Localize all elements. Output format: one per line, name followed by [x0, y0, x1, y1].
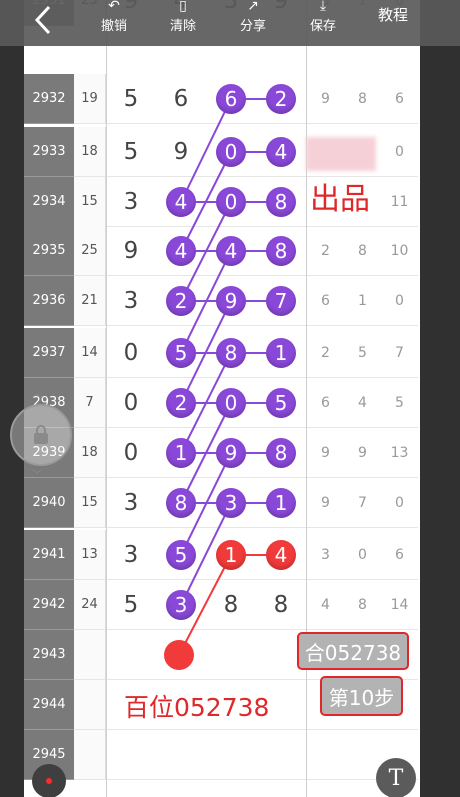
highlighted-digit-ball[interactable]: 2 — [166, 286, 196, 316]
highlighted-digit-ball[interactable]: 4 — [266, 137, 296, 167]
highlighted-digit-ball[interactable]: 4 — [166, 187, 196, 217]
blurred-watermark — [306, 137, 376, 171]
highlighted-digit-ball[interactable]: 4 — [166, 236, 196, 266]
step-box: 第10步 — [320, 676, 403, 716]
highlighted-digit-ball[interactable]: 6 — [216, 84, 246, 114]
highlighted-digit-ball[interactable]: 1 — [266, 338, 296, 368]
highlighted-digit-ball[interactable]: 5 — [266, 388, 296, 418]
trash-icon: ▯ — [179, 0, 187, 14]
text-tool-button[interactable]: T — [376, 758, 416, 797]
highlighted-digit-ball[interactable]: 9 — [216, 438, 246, 468]
highlighted-digit-ball[interactable]: 8 — [266, 438, 296, 468]
record-button[interactable] — [32, 764, 66, 797]
undo-icon: ↶ — [108, 0, 120, 14]
highlighted-digit-ball[interactable]: 8 — [166, 488, 196, 518]
red-prediction-ball — [164, 640, 194, 670]
undo-label: 撤销 — [100, 19, 127, 34]
chevron-left-icon — [34, 5, 51, 35]
highlighted-digit-ball[interactable]: 5 — [166, 540, 196, 570]
highlighted-digit-ball[interactable]: 4 — [216, 236, 246, 266]
highlighted-digit-ball[interactable]: 1 — [166, 438, 196, 468]
highlighted-digit-ball[interactable]: 2 — [266, 84, 296, 114]
lock-icon — [34, 425, 48, 444]
share-icon: ↗ — [247, 0, 259, 14]
highlighted-digit-ball[interactable]: 0 — [216, 388, 246, 418]
highlighted-digit-ball[interactable]: 5 — [166, 338, 196, 368]
top-toolbar: ↶ 撤销 ▯ 清除 ↗ 分享 ⤓ 保存 教程 — [0, 0, 460, 46]
highlighted-digit-ball[interactable]: 0 — [216, 137, 246, 167]
highlighted-digit-ball[interactable]: 0 — [216, 187, 246, 217]
lock-button[interactable] — [10, 404, 72, 466]
highlighted-digit-ball[interactable]: 2 — [166, 388, 196, 418]
highlighted-digit-ball[interactable]: 9 — [216, 286, 246, 316]
chevron-down-icon: ﹀ — [31, 468, 44, 482]
back-button[interactable] — [26, 0, 60, 40]
download-icon: ⤓ — [319, 0, 327, 14]
highlighted-digit-ball[interactable]: 3 — [166, 590, 196, 620]
highlighted-digit-ball[interactable]: 8 — [216, 338, 246, 368]
undo-button[interactable]: ↶ 撤销 — [89, 0, 139, 46]
clear-button[interactable]: ▯ 清除 — [158, 0, 208, 46]
highlighted-digit-ball[interactable]: 4 — [266, 540, 296, 570]
highlighted-digit-ball[interactable]: 1 — [266, 488, 296, 518]
highlighted-digit-ball[interactable]: 8 — [266, 236, 296, 266]
highlighted-digit-ball[interactable]: 8 — [266, 187, 296, 217]
share-button[interactable]: ↗ 分享 — [228, 0, 278, 46]
save-label: 保存 — [309, 19, 336, 34]
highlighted-digit-ball[interactable]: 3 — [216, 488, 246, 518]
tutorial-link[interactable]: 教程 — [368, 4, 418, 26]
highlighted-digit-ball[interactable]: 1 — [216, 540, 246, 570]
share-label: 分享 — [239, 19, 266, 34]
hundreds-label: 百位052738 — [124, 693, 270, 722]
combo-box: 合052738 — [297, 632, 409, 670]
highlighted-digit-ball[interactable]: 7 — [266, 286, 296, 316]
record-dot-icon — [46, 778, 52, 784]
chevron-up-icon: ︿ — [31, 386, 44, 400]
watermark-text: 出品 — [310, 182, 370, 217]
app-screen: 2931259439318293219569862933185902934153… — [0, 0, 460, 797]
save-button[interactable]: ⤓ 保存 — [298, 0, 348, 46]
clear-label: 清除 — [169, 19, 196, 34]
